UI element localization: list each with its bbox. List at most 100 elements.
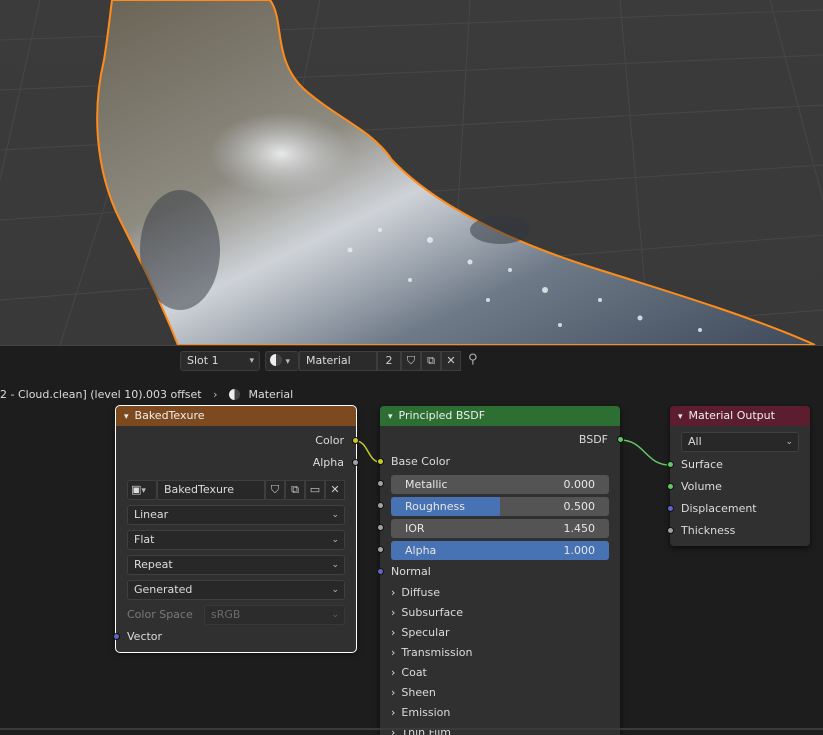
collapse-chevron-icon[interactable]: ▾ [124, 412, 129, 422]
interpolation-value: Linear [134, 508, 169, 521]
chevron-down-icon: ▾ [141, 486, 146, 496]
panel-label: Diffuse [401, 586, 440, 599]
slider-label: IOR [405, 522, 425, 535]
panel-diffuse[interactable]: › Diffuse [391, 583, 440, 603]
panel-subsurface[interactable]: › Subsurface [391, 603, 463, 623]
color-space-label: Color Space [127, 608, 193, 621]
viewport-canvas [0, 0, 823, 345]
socket-vector-in[interactable] [113, 633, 120, 640]
output-color-label: Color [315, 434, 344, 447]
input-volume-label: Volume [681, 480, 722, 493]
slider-label: Metallic [405, 478, 448, 491]
socket-metallic-in[interactable] [377, 480, 384, 487]
collapse-chevron-icon[interactable]: ▾ [388, 412, 393, 422]
render-target-value: All [688, 435, 702, 448]
panel-transmission[interactable]: › Transmission [391, 643, 472, 663]
duplicate-icon[interactable]: ⧉ [285, 480, 305, 500]
collapse-chevron-icon[interactable]: ▾ [678, 412, 683, 422]
source-dropdown[interactable]: Generated ⌄ [127, 580, 345, 600]
open-folder-icon[interactable]: ▭ [305, 480, 325, 500]
3d-viewport[interactable] [0, 0, 823, 345]
panel-emission[interactable]: › Emission [391, 703, 450, 723]
fake-user-shield-icon[interactable]: ⛉ [265, 480, 285, 500]
shader-node-editor[interactable]: Slot 1 ▾ ▾ Material 2 ⛉ ⧉ ✕ ⚲ 2 - Cloud.… [0, 345, 823, 735]
panel-label: Specular [401, 626, 450, 639]
slider-label: Alpha [405, 544, 437, 557]
color-space-value: sRGB [211, 608, 241, 621]
image-texture-node[interactable]: ▾ BakedTexure Color Alpha ▣▾ BakedTexure … [115, 405, 357, 653]
output-alpha-label: Alpha [312, 456, 344, 469]
input-thickness-label: Thickness [681, 524, 736, 537]
node-title: Material Output [688, 409, 775, 422]
socket-normal-in[interactable] [377, 568, 384, 575]
panel-label: Emission [401, 706, 451, 719]
render-target-dropdown[interactable]: All ⌄ [681, 432, 799, 452]
input-surface-label: Surface [681, 458, 723, 471]
node-title: Principled BSDF [398, 409, 486, 422]
socket-alpha-out[interactable] [352, 459, 359, 466]
chevron-right-icon: › [391, 626, 396, 639]
chevron-down-icon: ⌄ [331, 610, 339, 620]
image-name-field[interactable]: BakedTexure [157, 480, 265, 500]
editor-bottom-divider [0, 728, 823, 730]
metallic-slider[interactable]: Metallic 0.000 [391, 475, 609, 494]
socket-ior-in[interactable] [377, 524, 384, 531]
panel-specular[interactable]: › Specular [391, 623, 449, 643]
panel-label: Transmission [401, 646, 473, 659]
panel-label: Sheen [401, 686, 436, 699]
socket-roughness-in[interactable] [377, 502, 384, 509]
principled-bsdf-node[interactable]: ▾ Principled BSDF BSDF Base Color Metalli… [380, 406, 620, 735]
extension-value: Repeat [134, 558, 173, 571]
close-icon[interactable]: ✕ [325, 480, 345, 500]
socket-displacement-in[interactable] [667, 505, 674, 512]
projection-dropdown[interactable]: Flat ⌄ [127, 530, 345, 550]
chevron-down-icon: ⌄ [331, 560, 339, 570]
slider-value: 0.500 [563, 500, 596, 513]
socket-base-color-in[interactable] [377, 458, 384, 465]
input-displacement-label: Displacement [681, 502, 757, 515]
chevron-down-icon: ⌄ [331, 585, 339, 595]
input-base-color-label: Base Color [391, 455, 451, 468]
panel-label: Coat [401, 666, 427, 679]
chevron-right-icon: › [391, 646, 396, 659]
chevron-right-icon: › [391, 666, 396, 679]
socket-thickness-in[interactable] [667, 527, 674, 534]
chevron-right-icon: › [391, 586, 396, 599]
slider-value: 1.000 [563, 544, 596, 557]
node-header[interactable]: ▾ Principled BSDF [380, 406, 620, 426]
chevron-down-icon: ⌄ [785, 437, 793, 447]
socket-volume-in[interactable] [667, 483, 674, 490]
slider-value: 1.450 [563, 522, 596, 535]
socket-surface-in[interactable] [667, 461, 674, 468]
socket-bsdf-out[interactable] [617, 436, 624, 443]
chevron-right-icon: › [391, 686, 396, 699]
source-value: Generated [134, 583, 193, 596]
node-title: BakedTexure [134, 409, 205, 422]
chevron-down-icon: ⌄ [331, 535, 339, 545]
panel-coat[interactable]: › Coat [391, 663, 427, 683]
node-header[interactable]: ▾ Material Output [670, 406, 810, 426]
panel-label: Subsurface [401, 606, 463, 619]
socket-alpha-in[interactable] [377, 546, 384, 553]
socket-color-out[interactable] [352, 437, 359, 444]
output-bsdf-label: BSDF [578, 433, 608, 446]
image-browse-button[interactable]: ▣▾ [127, 480, 157, 500]
node-header[interactable]: ▾ BakedTexure [116, 406, 356, 426]
chevron-down-icon: ⌄ [331, 510, 339, 520]
slider-value: 0.000 [563, 478, 596, 491]
image-icon: ▣ [131, 483, 142, 496]
slider-label: Roughness [405, 500, 466, 513]
material-output-node[interactable]: ▾ Material Output All ⌄ Surface Volume Dis… [670, 406, 810, 546]
input-normal-label: Normal [391, 565, 431, 578]
projection-value: Flat [134, 533, 155, 546]
input-vector-label: Vector [127, 630, 163, 643]
interpolation-dropdown[interactable]: Linear ⌄ [127, 505, 345, 525]
roughness-slider[interactable]: Roughness 0.500 [391, 497, 609, 516]
image-name: BakedTexure [164, 483, 234, 496]
extension-dropdown[interactable]: Repeat ⌄ [127, 555, 345, 575]
chevron-right-icon: › [391, 706, 396, 719]
panel-sheen[interactable]: › Sheen [391, 683, 436, 703]
alpha-slider[interactable]: Alpha 1.000 [391, 541, 609, 560]
ior-slider[interactable]: IOR 1.450 [391, 519, 609, 538]
chevron-right-icon: › [391, 606, 396, 619]
